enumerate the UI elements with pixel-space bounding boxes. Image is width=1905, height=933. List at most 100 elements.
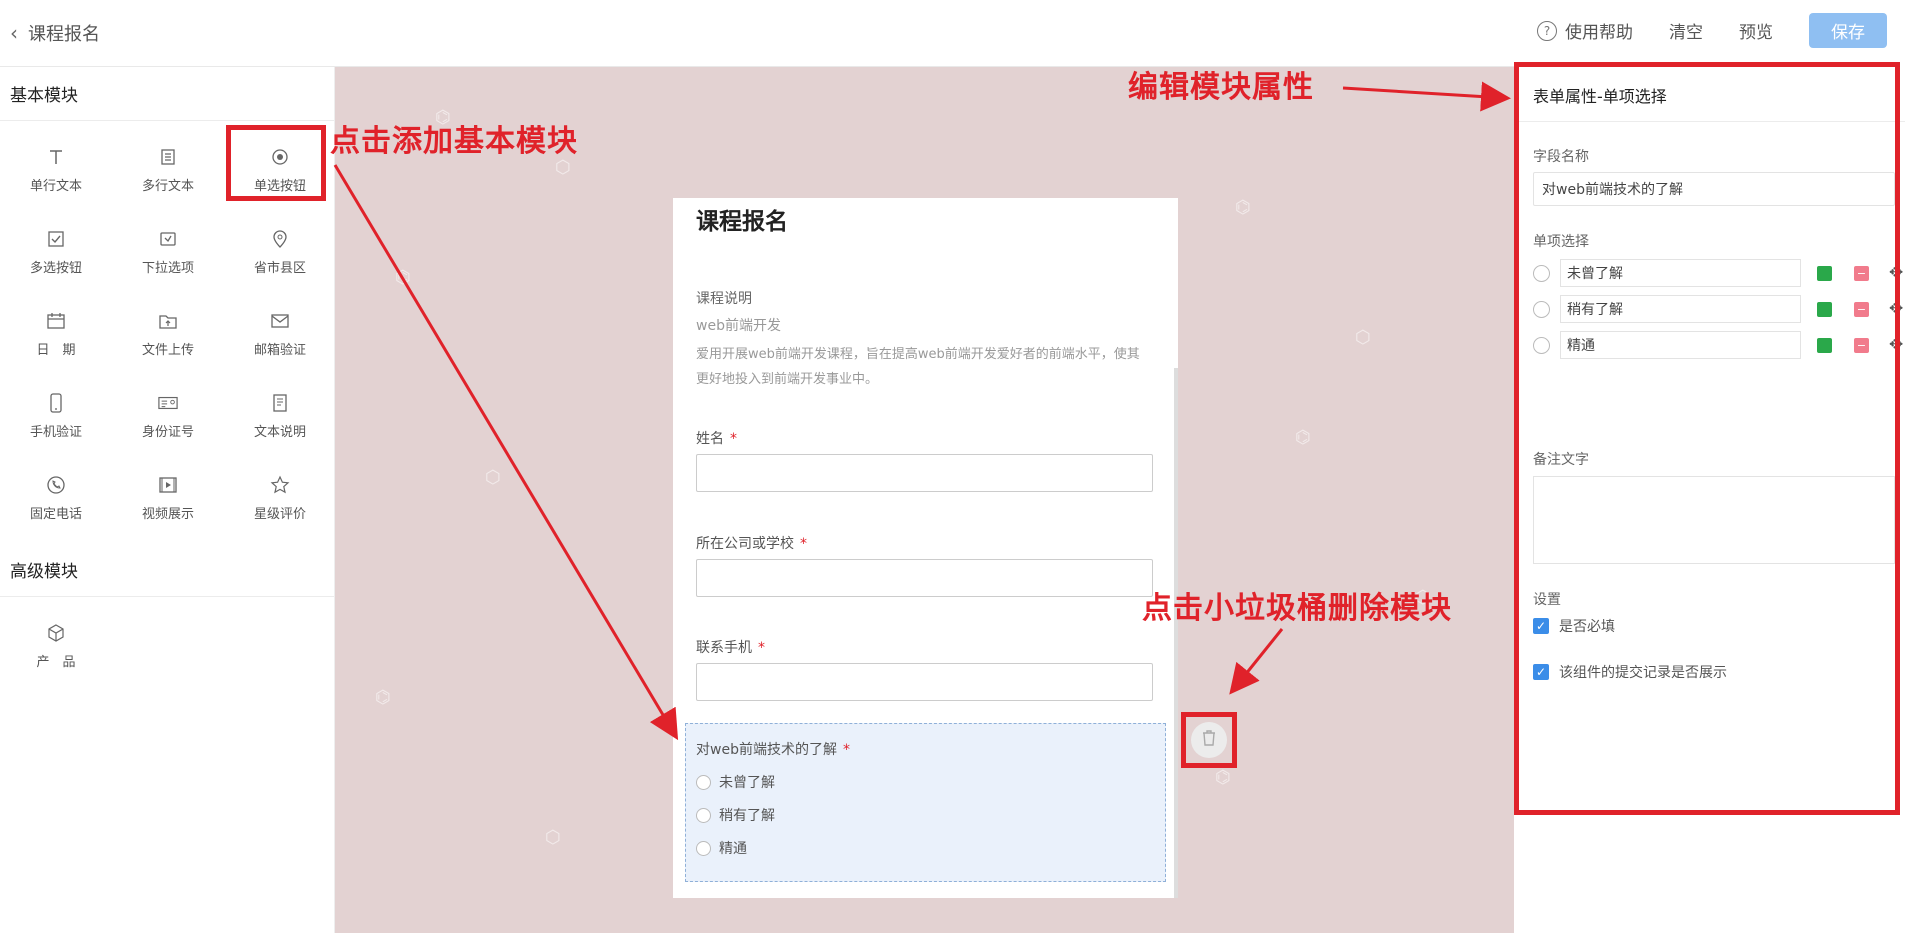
remove-option-button[interactable]: −	[1854, 301, 1869, 317]
name-input[interactable]	[696, 454, 1153, 492]
module-label: 日 期	[36, 342, 76, 358]
required-mark: *	[730, 431, 737, 447]
module-file-upload[interactable]: 文件上传	[112, 293, 224, 375]
checkbox-icon	[46, 229, 66, 249]
module-email[interactable]: 邮箱验证	[224, 293, 336, 375]
module-radio-button[interactable]: 单选按钮	[224, 125, 336, 211]
option-input[interactable]: 稍有了解	[1560, 295, 1801, 323]
add-option-button[interactable]	[1817, 301, 1832, 317]
module-label: 身份证号	[141, 424, 194, 440]
module-single-line-text[interactable]: 单行文本	[0, 129, 112, 211]
module-date[interactable]: 日 期	[0, 293, 112, 375]
radio-circle[interactable]	[696, 807, 711, 823]
calendar-icon	[46, 311, 66, 331]
remove-option-button[interactable]: −	[1854, 337, 1869, 353]
module-label: 多行文本	[141, 178, 194, 194]
annotation-edit-props: 编辑模块属性	[1128, 70, 1314, 105]
decor-glyph: ⌬	[1215, 767, 1231, 788]
option-label: 稍有了解	[719, 808, 775, 824]
form-scrollbar[interactable]	[1174, 368, 1178, 898]
module-mobile[interactable]: 手机验证	[0, 375, 112, 457]
form-preview-card: 课程报名 课程说明 web前端开发 爱用开展web前端开发课程，旨在提高web前…	[673, 198, 1178, 898]
module-video[interactable]: 视频展示	[112, 457, 224, 539]
field-name-input[interactable]: 对web前端技术的了解	[1533, 172, 1895, 206]
module-region[interactable]: 省市县区	[224, 211, 336, 293]
decor-glyph: ⬡	[485, 467, 501, 488]
module-label: 下拉选项	[141, 260, 194, 276]
form-description-text: 爱用开展web前端开发课程，旨在提高web前端开发爱好者的前端水平，使其更好地投…	[696, 347, 1140, 387]
required-checkbox-row[interactable]: ✓ 是否必填	[1533, 616, 1615, 636]
module-label: 手机验证	[29, 424, 82, 440]
back-button[interactable]: ‹ 课程报名	[10, 20, 100, 46]
field-label-text: 所在公司或学校	[696, 536, 794, 552]
checkbox-label: 该组件的提交记录是否展示	[1559, 665, 1727, 681]
module-label: 视频展示	[141, 506, 194, 522]
module-id-card[interactable]: 身份证号	[112, 375, 224, 457]
radio-option[interactable]: 稍有了解	[696, 805, 775, 825]
top-bar: ‹ 课程报名 ? 使用帮助 清空 预览 保存	[0, 0, 1905, 67]
module-label: 产 品	[36, 654, 76, 670]
id-card-icon	[158, 393, 178, 413]
company-input[interactable]	[696, 559, 1153, 597]
checkbox-checked-icon[interactable]: ✓	[1533, 618, 1549, 634]
add-option-button[interactable]	[1817, 265, 1832, 281]
radio-circle[interactable]	[696, 840, 711, 856]
top-actions: ? 使用帮助 清空 预览 保存	[1537, 13, 1887, 48]
module-landline[interactable]: 固定电话	[0, 457, 112, 539]
clear-button[interactable]: 清空	[1669, 18, 1703, 43]
option-input[interactable]: 精通	[1560, 331, 1801, 359]
annotation-delete-module: 点击小垃圾桶删除模块	[1142, 591, 1452, 626]
preview-button[interactable]: 预览	[1739, 18, 1773, 43]
advanced-modules-grid: 产 品	[0, 597, 334, 691]
option-label: 精通	[719, 841, 747, 857]
add-option-button[interactable]	[1817, 337, 1832, 353]
module-star-rating[interactable]: 星级评价	[224, 457, 336, 539]
form-description-subtitle: web前端开发	[696, 318, 781, 334]
options-label: 单项选择	[1533, 234, 1589, 250]
properties-title: 表单属性-单项选择	[1533, 87, 1667, 106]
radio-icon	[270, 147, 290, 167]
required-mark: *	[842, 742, 850, 758]
decor-glyph: ⬡	[1355, 327, 1371, 348]
page-title: 课程报名	[28, 24, 100, 45]
phone-icon	[46, 392, 66, 413]
mobile-input[interactable]	[696, 663, 1153, 701]
decor-glyph: ⌬	[395, 267, 411, 288]
module-label: 多选按钮	[29, 260, 82, 276]
module-label: 文件上传	[141, 342, 194, 358]
decor-glyph: ⌬	[1235, 197, 1251, 218]
module-text-description[interactable]: 文本说明	[224, 375, 336, 457]
selected-radio-field[interactable]: 对web前端技术的了解 * 未曾了解 稍有了解 精通	[685, 723, 1166, 882]
video-icon	[158, 475, 178, 495]
option-default-radio[interactable]	[1533, 300, 1550, 318]
decor-glyph: ⬡	[545, 827, 561, 848]
radio-option[interactable]: 精通	[696, 838, 747, 858]
radio-circle[interactable]	[696, 774, 711, 790]
save-button[interactable]: 保存	[1809, 13, 1887, 48]
option-default-radio[interactable]	[1533, 264, 1550, 282]
radio-option[interactable]: 未曾了解	[696, 772, 775, 792]
module-label: 文本说明	[253, 424, 306, 440]
module-label: 星级评价	[253, 506, 306, 522]
move-icon[interactable]: ✥	[1889, 299, 1903, 319]
chevron-left-icon: ‹	[10, 21, 18, 45]
option-default-radio[interactable]	[1533, 336, 1550, 354]
module-label: 单选按钮	[253, 178, 306, 194]
module-checkbox[interactable]: 多选按钮	[0, 211, 112, 293]
note-label: 备注文字	[1533, 452, 1589, 468]
module-sidebar: 基本模块 单行文本 多行文本 单选按钮 多选按钮 下拉选项 省市县区 日 期 文…	[0, 67, 335, 933]
remove-option-button[interactable]: −	[1854, 265, 1869, 281]
module-product[interactable]: 产 品	[0, 605, 112, 687]
module-dropdown[interactable]: 下拉选项	[112, 211, 224, 293]
option-input[interactable]: 未曾了解	[1560, 259, 1801, 287]
decor-glyph: ⬡	[555, 157, 571, 178]
note-textarea[interactable]	[1533, 476, 1895, 564]
checkbox-checked-icon[interactable]: ✓	[1533, 664, 1549, 680]
show-records-checkbox-row[interactable]: ✓ 该组件的提交记录是否展示	[1533, 662, 1727, 682]
move-icon[interactable]: ✥	[1889, 335, 1903, 355]
move-icon[interactable]: ✥	[1889, 263, 1903, 283]
field-label-text: 对web前端技术的了解	[696, 742, 837, 758]
trash-button[interactable]	[1191, 722, 1227, 758]
help-link[interactable]: ? 使用帮助	[1537, 18, 1633, 43]
module-multi-line-text[interactable]: 多行文本	[112, 129, 224, 211]
